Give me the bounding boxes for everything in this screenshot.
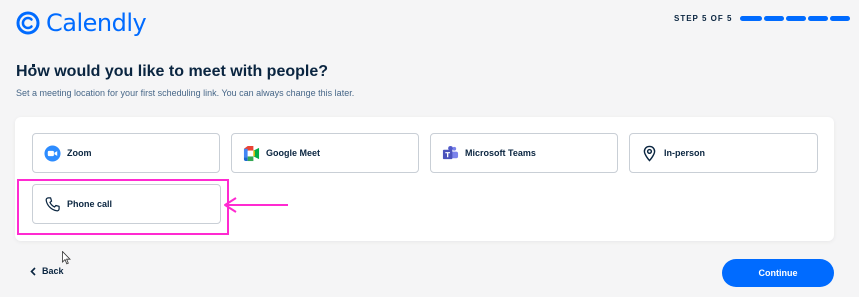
page-title: How would you like to meet with people? <box>16 63 329 80</box>
back-button[interactable]: Back <box>30 266 64 276</box>
chevron-left-icon <box>30 266 36 276</box>
progress-bar <box>740 16 851 21</box>
annotation-highlight-box <box>17 179 229 235</box>
annotation-arrow-icon <box>224 197 288 213</box>
step-label: STEP 5 OF 5 <box>674 14 733 23</box>
page-subtitle: Set a meeting location for your first sc… <box>16 88 355 98</box>
location-pin-icon <box>643 145 656 162</box>
progress-segment <box>740 16 763 21</box>
option-microsoft-teams[interactable]: Microsoft Teams <box>430 133 618 173</box>
calendly-logo-icon <box>16 11 40 35</box>
progress-segment <box>830 16 851 21</box>
option-label: In-person <box>664 148 706 158</box>
progress-segment <box>764 16 785 21</box>
option-zoom[interactable]: Zoom <box>32 133 220 173</box>
zoom-icon <box>44 144 61 162</box>
option-in-person[interactable]: In-person <box>629 133 818 173</box>
continue-button[interactable]: Continue <box>722 259 834 287</box>
option-label: Google Meet <box>266 148 321 158</box>
mouse-cursor-icon <box>62 251 71 265</box>
progress-segment <box>808 16 829 21</box>
calendly-logo: Calendly <box>16 9 147 37</box>
progress-segment <box>786 16 807 21</box>
option-label: Zoom <box>67 148 92 158</box>
back-label: Back <box>42 266 64 276</box>
google-meet-icon <box>243 145 260 161</box>
step-indicator: STEP 5 OF 5 <box>674 14 851 23</box>
option-google-meet[interactable]: Google Meet <box>231 133 419 173</box>
microsoft-teams-icon <box>442 145 459 159</box>
logo-text: Calendly <box>46 9 147 37</box>
option-label: Microsoft Teams <box>465 148 536 158</box>
